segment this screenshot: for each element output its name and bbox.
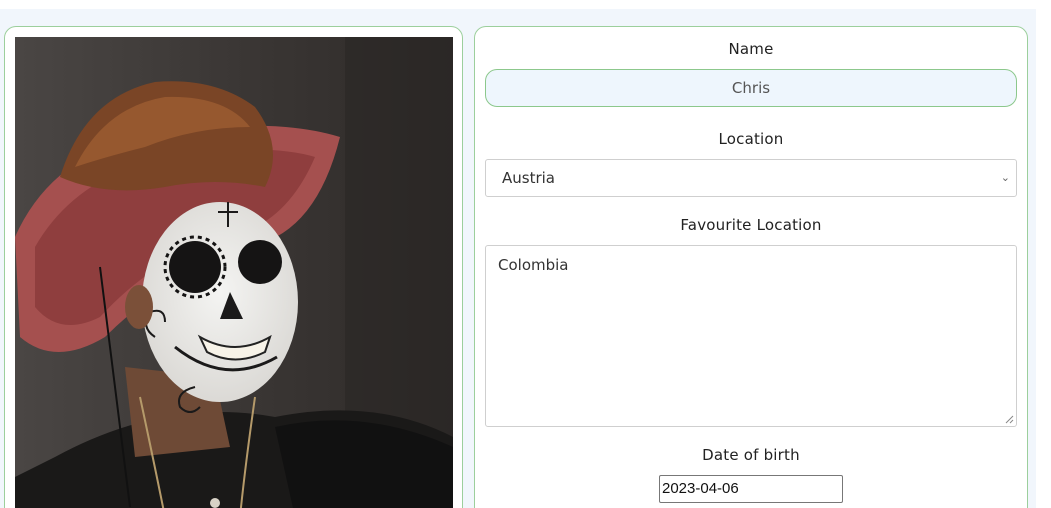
scrollbar-gutter[interactable] [1036,9,1051,508]
location-label: Location [718,130,784,148]
favourite-location-value: Colombia [498,256,569,274]
name-input[interactable]: Chris [485,69,1017,107]
location-select[interactable]: Austria ⌄ [485,159,1017,197]
resize-grip-icon[interactable] [1005,415,1014,424]
top-bar [0,0,1051,9]
favourite-location-textarea[interactable]: Colombia [485,245,1017,427]
location-select-value: Austria [502,169,555,187]
date-of-birth-label: Date of birth [702,446,800,464]
date-of-birth-input[interactable]: 2023-04-06 [659,475,843,503]
favourite-location-label: Favourite Location [680,216,822,234]
profile-photo [15,37,453,508]
profile-photo-card [4,26,463,508]
profile-form-card: Name Chris Location Austria ⌄ Favourite … [474,26,1028,508]
name-label: Name [728,40,774,58]
chevron-down-icon: ⌄ [1000,171,1010,184]
